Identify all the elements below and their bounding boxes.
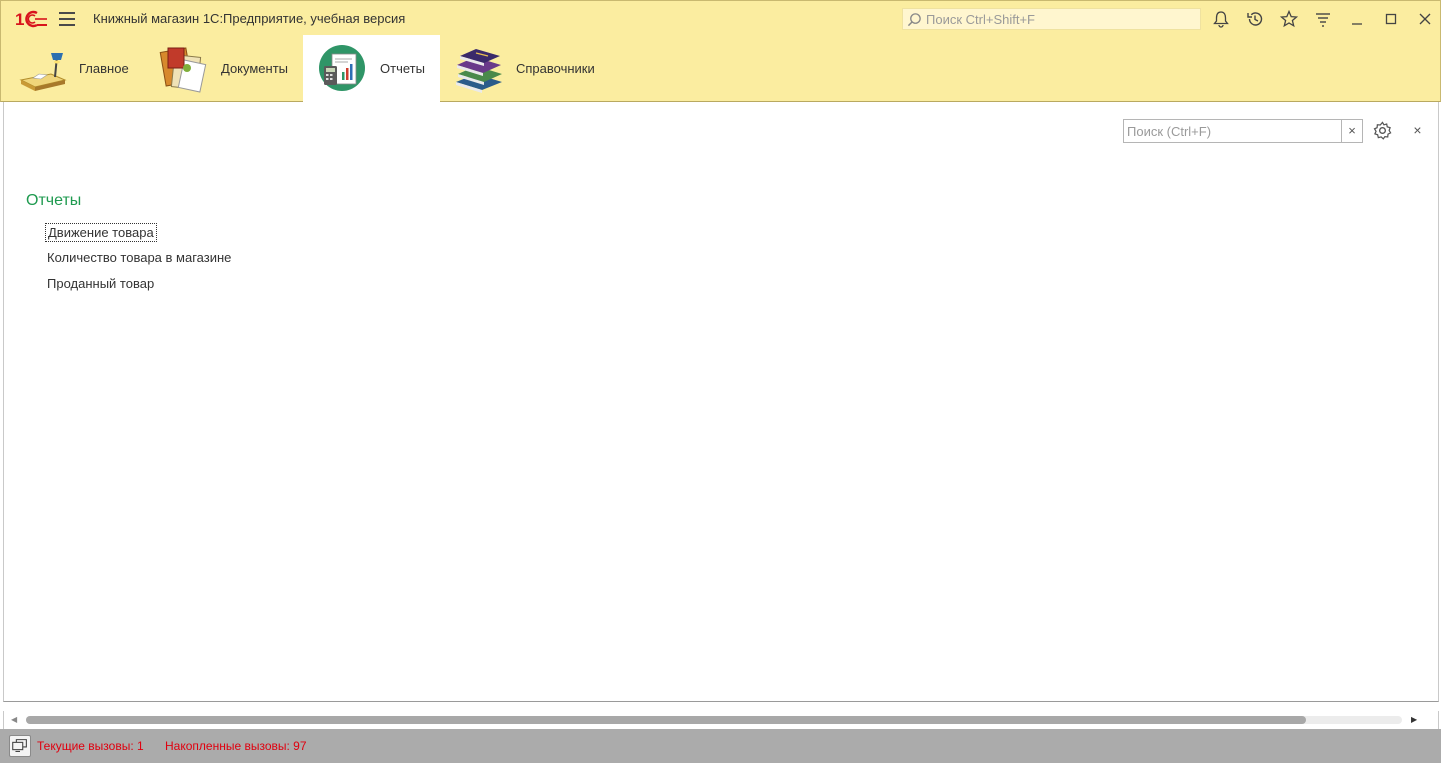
desk-lamp-icon [19, 52, 67, 91]
history-icon[interactable] [1246, 10, 1264, 28]
report-link-goods-quantity[interactable]: Количество товара в магазине [45, 249, 233, 266]
section-reports[interactable]: Отчеты [303, 35, 440, 102]
section-catalogs[interactable]: Справочники [454, 35, 614, 102]
books-stack-icon [456, 48, 502, 93]
panel-search[interactable]: × [1123, 119, 1363, 143]
current-calls-counter: Текущие вызовы: 1 [37, 739, 144, 753]
app-title: Книжный магазин 1С:Предприятие, учебная … [93, 11, 406, 26]
scroll-left-icon[interactable]: ◀ [11, 715, 17, 724]
close-window-icon[interactable] [1416, 10, 1434, 28]
accumulated-calls-counter: Накопленные вызовы: 97 [165, 739, 307, 753]
gear-icon[interactable] [1373, 121, 1392, 140]
global-search-input[interactable] [926, 11, 1186, 27]
1c-logo-icon: 1 [15, 10, 47, 29]
section-label: Главное [79, 61, 129, 76]
main-menu-icon[interactable] [59, 12, 75, 26]
section-label: Документы [221, 61, 289, 76]
report-link-goods-movement[interactable]: Движение товара [45, 223, 157, 242]
reports-group-title: Отчеты [26, 192, 82, 209]
close-panel-icon[interactable]: × [1408, 121, 1427, 140]
section-label: Отчеты [380, 61, 425, 76]
section-label: Справочники [516, 61, 595, 76]
favorites-star-icon[interactable] [1280, 10, 1298, 28]
svg-text:1: 1 [15, 10, 24, 29]
horizontal-scrollbar[interactable]: ◀ ▶ [3, 711, 1439, 729]
section-documents[interactable]: Документы [159, 35, 299, 102]
reports-icon [319, 44, 365, 91]
clear-search-button[interactable]: × [1341, 120, 1362, 142]
scroll-right-icon[interactable]: ▶ [1411, 715, 1417, 724]
search-icon [907, 12, 921, 26]
scroll-track[interactable] [26, 716, 1402, 724]
minimize-icon[interactable] [1348, 10, 1366, 28]
filter-menu-icon[interactable] [1314, 10, 1332, 28]
reports-panel: × × Отчеты Движение товара Количество то… [3, 102, 1439, 702]
maximize-icon[interactable] [1382, 10, 1400, 28]
panel-search-input[interactable] [1124, 120, 1342, 142]
status-bar: Текущие вызовы: 1 Накопленные вызовы: 97 [0, 729, 1441, 763]
sections-panel: Главное Документы Отчеты Справочники [0, 35, 1441, 102]
report-link-sold-goods[interactable]: Проданный товар [45, 275, 156, 292]
scroll-thumb[interactable] [26, 716, 1306, 724]
bell-icon[interactable] [1212, 10, 1230, 28]
documents-icon [159, 46, 207, 93]
global-search[interactable] [902, 8, 1201, 30]
title-bar: 1 Книжный магазин 1С:Предприятие, учебна… [0, 0, 1441, 35]
section-main[interactable]: Главное [17, 35, 147, 102]
windows-list-icon[interactable] [9, 735, 31, 757]
